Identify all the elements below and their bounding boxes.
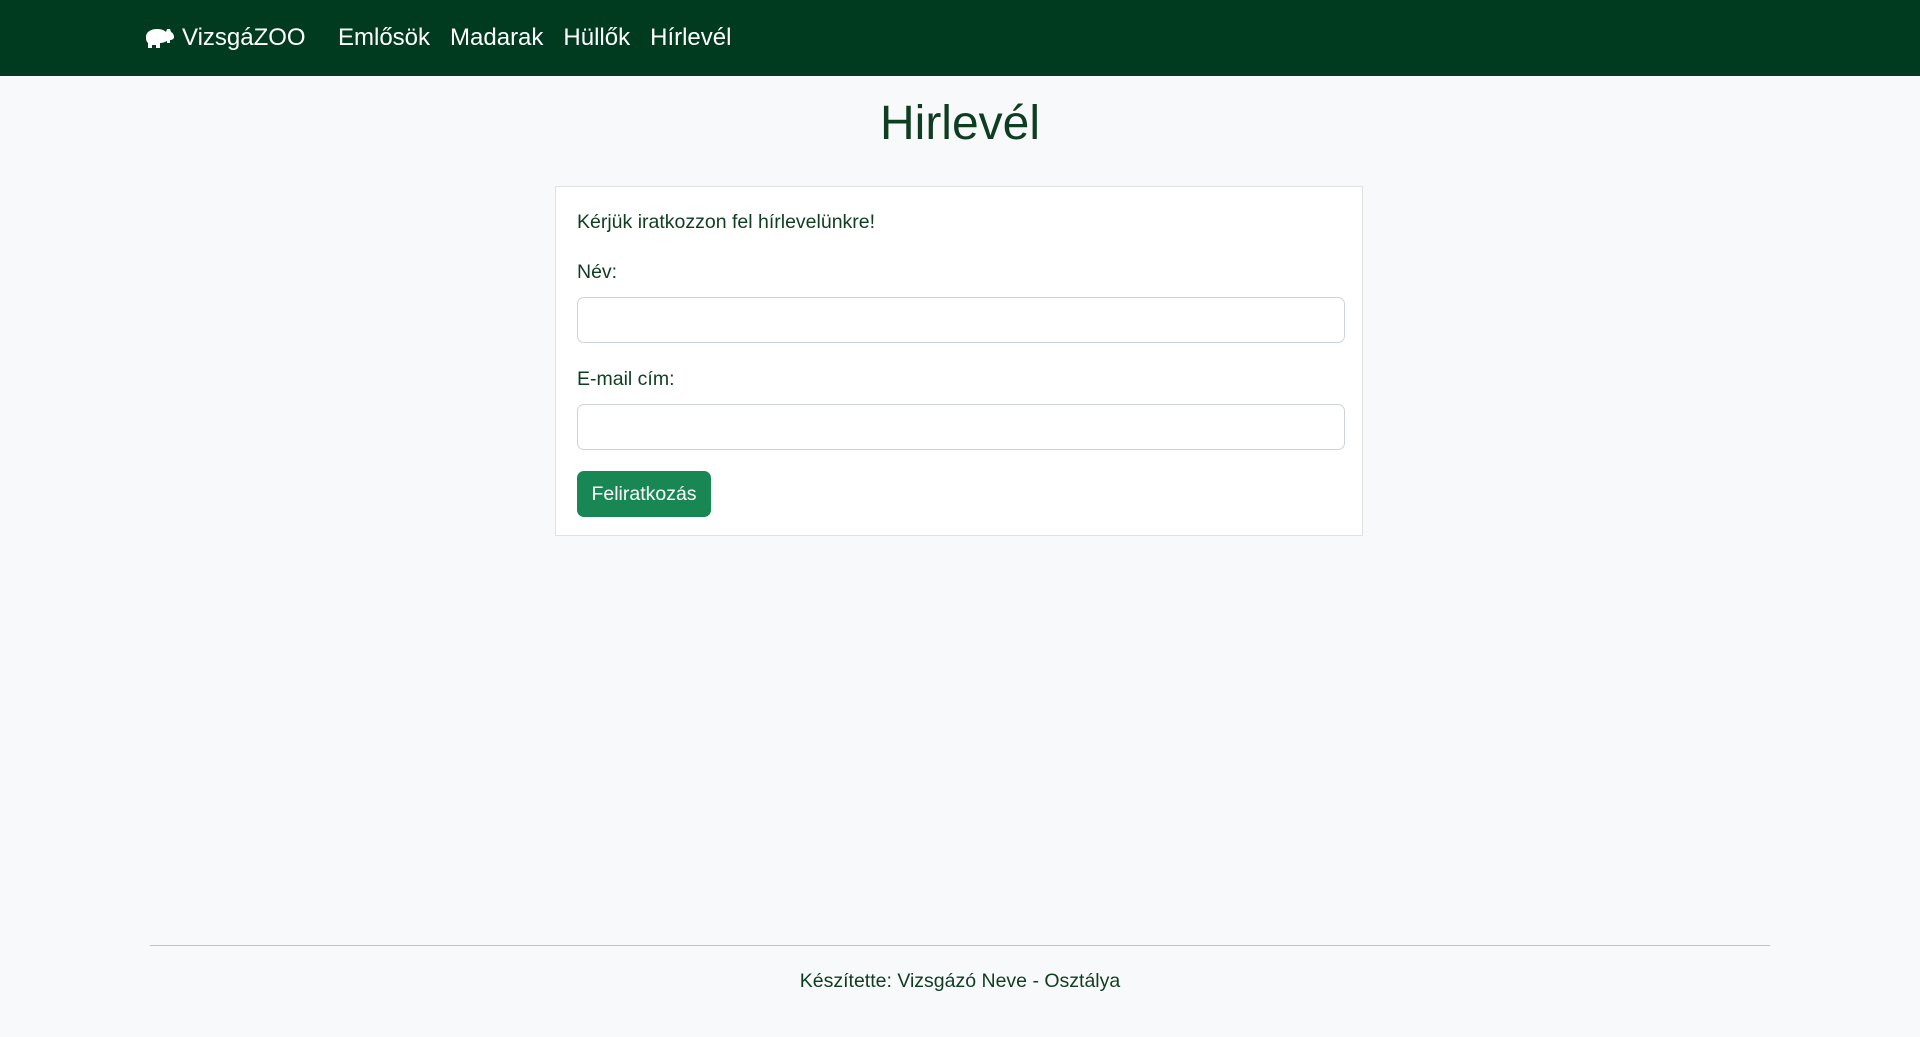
nav-link-hirlevel[interactable]: Hírlevél xyxy=(650,24,731,52)
nav-link-hullok[interactable]: Hüllők xyxy=(563,24,630,52)
hippo-icon xyxy=(146,29,174,48)
name-label: Név: xyxy=(577,261,618,283)
brand-name: VizsgáZOO xyxy=(182,24,306,51)
nav-link-emlosok[interactable]: Emlősök xyxy=(338,24,430,52)
footer-text: Készítette: Vizsgázó Neve - Osztálya xyxy=(799,970,1121,992)
navbar: VizsgáZOO Emlősök Madarak Hüllők Hírlevé… xyxy=(0,0,1920,76)
nav-link-madarak[interactable]: Madarak xyxy=(450,24,543,52)
email-input[interactable] xyxy=(577,404,1345,450)
footer-divider xyxy=(150,945,1770,946)
form-intro: Kérjük iratkozzon fel hírlevelünkre! xyxy=(577,211,876,233)
page-title: Hirlevél xyxy=(879,97,1041,150)
name-input[interactable] xyxy=(577,297,1345,343)
email-label: E-mail cím: xyxy=(577,368,675,390)
nav-links: Emlősök Madarak Hüllők Hírlevél xyxy=(338,0,731,76)
newsletter-form-card: Kérjük iratkozzon fel hírlevelünkre! Név… xyxy=(555,186,1363,536)
subscribe-button[interactable]: Feliratkozás xyxy=(577,471,711,517)
brand-link[interactable]: VizsgáZOO xyxy=(144,0,306,76)
